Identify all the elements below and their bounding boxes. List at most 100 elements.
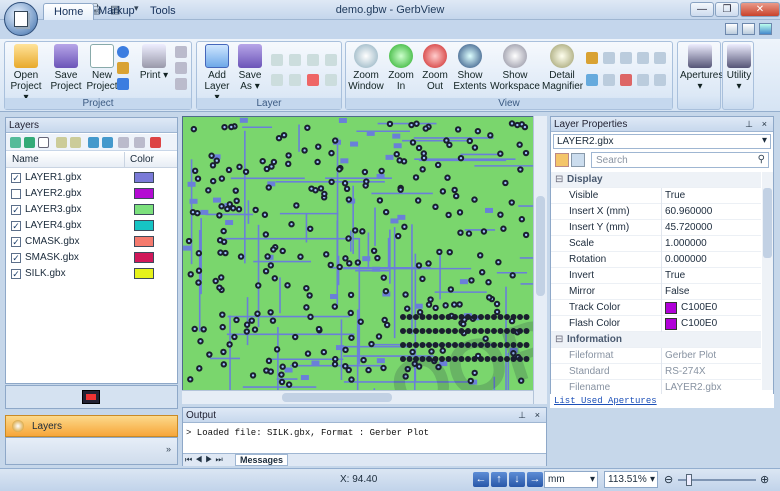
- export-layer-icon[interactable]: [134, 137, 145, 148]
- application-menu-button[interactable]: [4, 2, 38, 36]
- horizontal-scroll-thumb[interactable]: [282, 393, 392, 402]
- grid-icon[interactable]: [637, 74, 649, 86]
- pan-up-button[interactable]: ↑: [491, 472, 507, 487]
- pan-right-button[interactable]: →: [527, 472, 543, 487]
- open-project-button[interactable]: Open Project ▾: [9, 44, 43, 103]
- property-row[interactable]: Rotation 0.000000: [551, 252, 761, 268]
- zoom-fit-icon[interactable]: [654, 52, 666, 64]
- zoom-out-button[interactable]: Zoom Out: [420, 44, 450, 92]
- show-workspace-button[interactable]: Show Workspace: [490, 44, 540, 92]
- zoom-in-button[interactable]: Zoom In: [386, 44, 416, 92]
- settings-icon[interactable]: [117, 62, 129, 74]
- copy-layer-icon[interactable]: [271, 54, 283, 66]
- categorized-view-icon[interactable]: [555, 153, 569, 167]
- minimize-button[interactable]: —: [690, 2, 714, 17]
- pin-icon[interactable]: ⊥: [518, 410, 526, 421]
- layer-color-swatch[interactable]: [134, 252, 154, 263]
- layer-row[interactable]: ✓ SMASK.gbx: [6, 250, 177, 266]
- layer-row[interactable]: ✓ LAYER3.gbx: [6, 202, 177, 218]
- help-small-icon[interactable]: [117, 78, 129, 90]
- move-layer-icon[interactable]: [289, 54, 301, 66]
- layer-visible-checkbox[interactable]: [11, 189, 21, 199]
- property-value[interactable]: LAYER2.gbx: [665, 382, 722, 393]
- properties-icon[interactable]: [118, 137, 129, 148]
- zoom-next-icon[interactable]: [637, 52, 649, 64]
- edit-layer-icon[interactable]: [289, 74, 301, 86]
- color-swatch[interactable]: [665, 302, 677, 314]
- canvas-horizontal-scrollbar[interactable]: [182, 390, 533, 404]
- layer-color-swatch[interactable]: [134, 188, 154, 199]
- layer-visible-checkbox[interactable]: ✓: [11, 253, 21, 263]
- collapse-icon[interactable]: ⊟: [555, 174, 563, 185]
- zoom-prev-icon[interactable]: [620, 52, 632, 64]
- canvas-vertical-scrollbar[interactable]: [533, 116, 547, 404]
- copy-icon[interactable]: [56, 137, 67, 148]
- paste-icon[interactable]: [70, 137, 81, 148]
- property-value[interactable]: Gerber Plot: [665, 350, 716, 361]
- property-category[interactable]: ⊟ Information: [551, 332, 761, 348]
- layer-color-swatch[interactable]: [134, 204, 154, 215]
- layer-color-swatch[interactable]: [134, 268, 154, 279]
- property-row[interactable]: Track Color C100E0: [551, 300, 761, 316]
- show-extents-button[interactable]: Show Extents: [452, 44, 488, 92]
- property-value[interactable]: True: [665, 190, 685, 201]
- add-layer-button[interactable]: Add Layer ▾: [201, 44, 233, 103]
- save-project-button[interactable]: Save Project: [49, 44, 83, 92]
- apertures-button[interactable]: Apertures ▾: [680, 44, 723, 92]
- save-as-button[interactable]: Save As ▾: [235, 44, 265, 92]
- help-icon[interactable]: [759, 23, 772, 35]
- utility-button[interactable]: Utility ▾: [724, 44, 754, 92]
- vertical-scroll-thumb[interactable]: [536, 196, 545, 296]
- property-value[interactable]: 1.000000: [665, 238, 707, 249]
- page-setup-icon[interactable]: [175, 62, 187, 74]
- property-row[interactable]: Mirror False: [551, 284, 761, 300]
- collapse-icon[interactable]: ⊟: [555, 334, 563, 345]
- measure-icon[interactable]: [586, 74, 598, 86]
- name-column-header[interactable]: Name: [12, 154, 39, 165]
- move-down-icon[interactable]: [102, 137, 113, 148]
- property-value[interactable]: 60.960000: [665, 206, 712, 217]
- layer-row[interactable]: ✓ LAYER4.gbx: [6, 218, 177, 234]
- nav-options-icon[interactable]: »: [166, 444, 171, 454]
- layer-select[interactable]: LAYER2.gbx ▾: [553, 134, 771, 149]
- delete-layer-icon[interactable]: [307, 74, 319, 86]
- align-layer-icon[interactable]: [325, 54, 337, 66]
- add-icon[interactable]: [10, 137, 21, 148]
- properties-close-icon[interactable]: ×: [762, 119, 767, 129]
- color-column-header[interactable]: Color: [130, 154, 154, 165]
- refresh-icon[interactable]: [654, 74, 666, 86]
- color-swatch[interactable]: [665, 318, 677, 330]
- layer-visible-checkbox[interactable]: ✓: [11, 173, 21, 183]
- zoom-in-small-icon[interactable]: ⊕: [760, 473, 769, 486]
- select-icon[interactable]: [271, 74, 283, 86]
- property-row[interactable]: Flash Color C100E0: [551, 316, 761, 332]
- properties-pin-icon[interactable]: ⊥: [745, 119, 753, 130]
- property-value[interactable]: C100E0: [681, 302, 717, 313]
- export-icon[interactable]: [175, 78, 187, 90]
- window-layout-icon[interactable]: [725, 23, 738, 35]
- property-row[interactable]: Fileformat Gerber Plot: [551, 348, 761, 364]
- layer-row[interactable]: ✓ SILK.gbx: [6, 266, 177, 282]
- snap-icon[interactable]: [620, 74, 632, 86]
- property-row[interactable]: Insert X (mm) 60.960000: [551, 204, 761, 220]
- property-value[interactable]: RS-274X: [665, 366, 706, 377]
- uncheck-all-icon[interactable]: [38, 137, 49, 148]
- layer-color-swatch[interactable]: [134, 220, 154, 231]
- pan-down-button[interactable]: ↓: [509, 472, 525, 487]
- property-row[interactable]: Visible True: [551, 188, 761, 204]
- print-button[interactable]: Print ▾: [139, 44, 169, 81]
- list-used-apertures-link[interactable]: List Used Apertures: [550, 394, 774, 408]
- layer-visible-checkbox[interactable]: ✓: [11, 221, 21, 231]
- property-value[interactable]: 45.720000: [665, 222, 712, 233]
- property-scroll-thumb[interactable]: [763, 188, 772, 258]
- pan-left-button[interactable]: ←: [473, 472, 489, 487]
- property-row[interactable]: Scale 1.000000: [551, 236, 761, 252]
- property-row[interactable]: Standard RS-274X: [551, 364, 761, 380]
- layers-nav-button[interactable]: Layers: [5, 415, 178, 437]
- pan-hand-icon[interactable]: [586, 52, 598, 64]
- layer-visible-checkbox[interactable]: ✓: [11, 269, 21, 279]
- sort-alpha-icon[interactable]: [571, 153, 585, 167]
- property-value[interactable]: False: [665, 286, 689, 297]
- merge-layer-icon[interactable]: [307, 54, 319, 66]
- property-value[interactable]: True: [665, 270, 685, 281]
